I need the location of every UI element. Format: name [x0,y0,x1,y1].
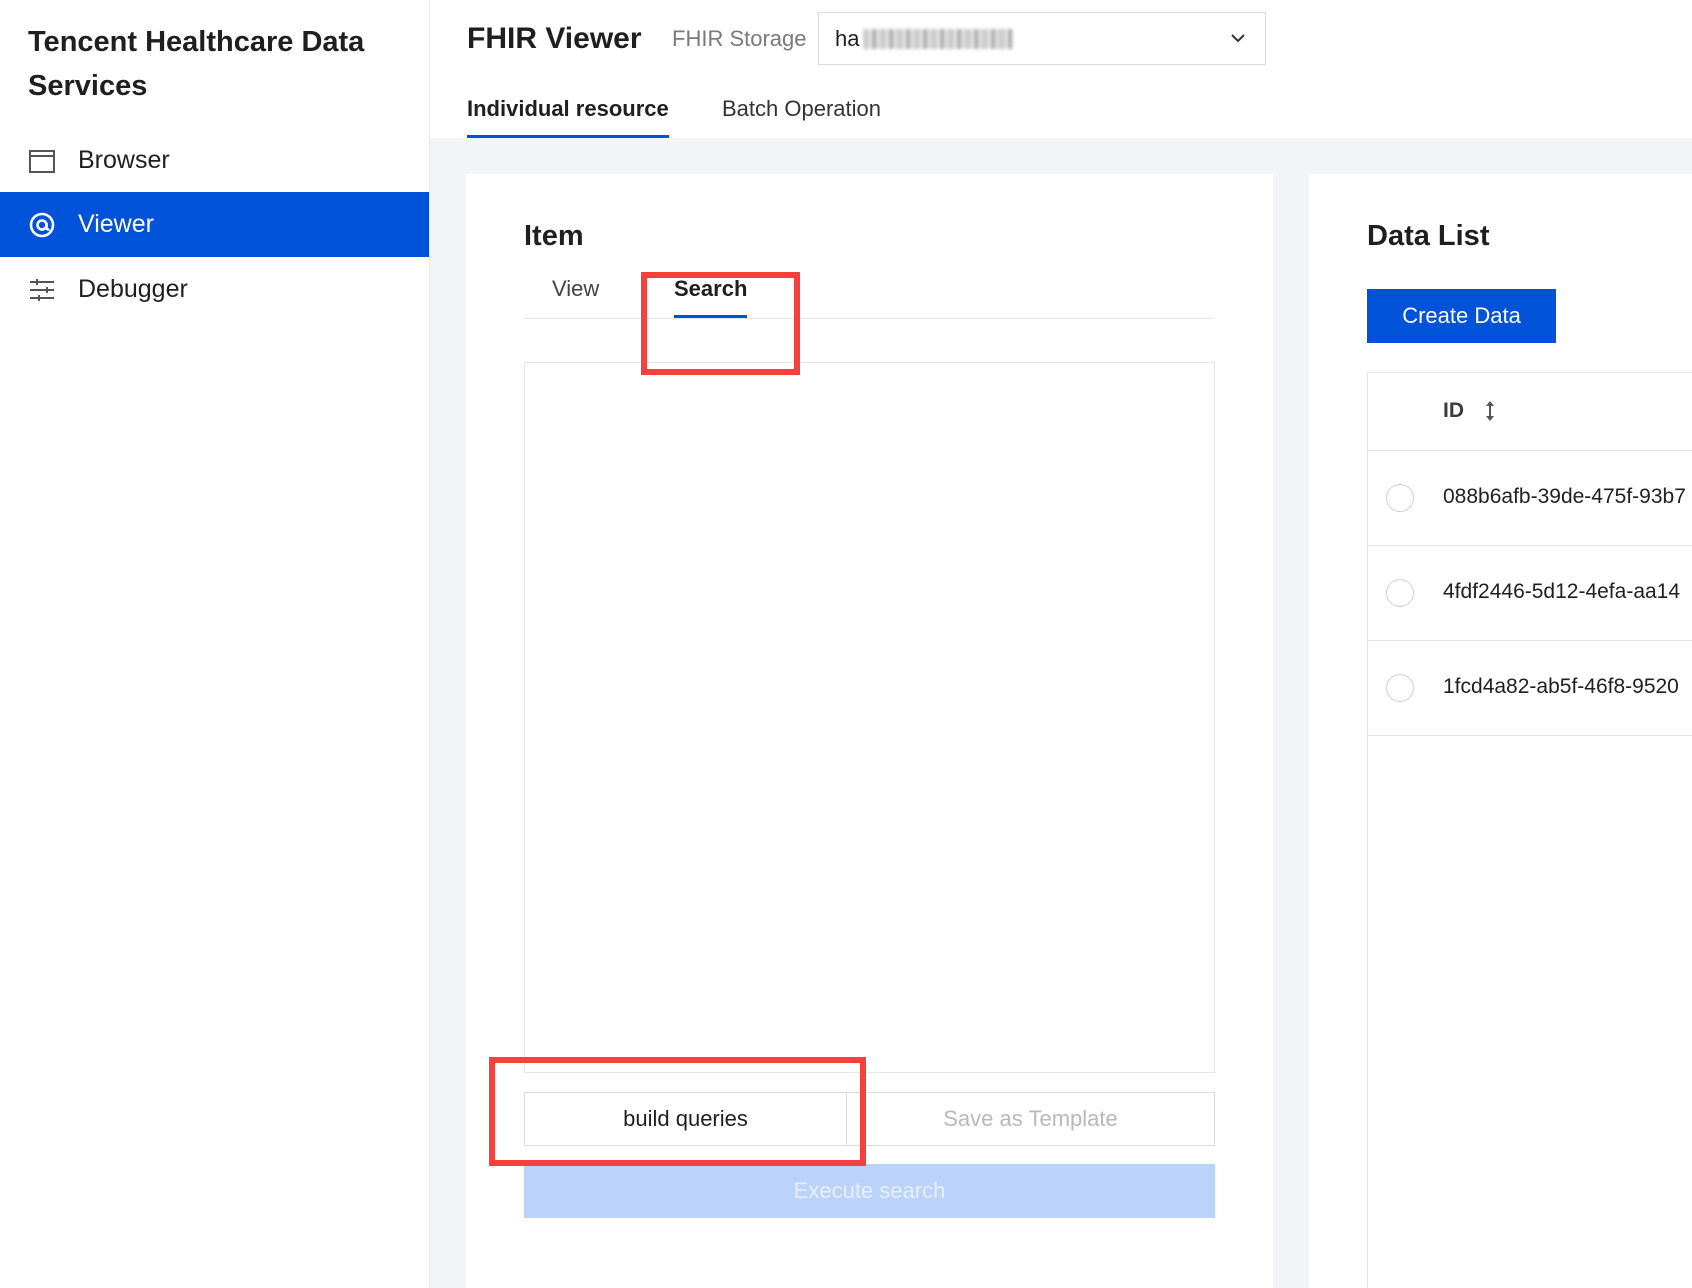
item-title: Item [524,220,584,252]
sidebar-item-debugger[interactable]: Debugger [0,257,429,322]
row-id: 088b6afb-39de-475f-93b7 [1443,485,1686,508]
row-radio[interactable] [1386,579,1414,607]
sliders-icon [28,276,56,304]
execute-search-button[interactable]: Execute search [524,1164,1215,1218]
header: FHIR Viewer FHIR Storage ha Individual r… [430,0,1692,138]
sidebar-item-browser[interactable]: Browser [0,128,429,193]
table-row[interactable]: 088b6afb-39de-475f-93b7 [1368,451,1692,546]
data-list-title: Data List [1367,220,1490,252]
data-table: ID 088b6afb-39de-475f-93b7 4fdf2446-5d12… [1367,372,1692,1288]
at-sign-icon [28,211,56,239]
storage-value: ha [835,25,860,51]
save-as-template-button[interactable]: Save as Template [847,1092,1215,1146]
tab-individual-resource[interactable]: Individual resource [467,96,669,138]
sidebar-item-label: Viewer [78,210,154,238]
row-id: 4fdf2446-5d12-4efa-aa14 [1443,580,1681,603]
page-title: FHIR Viewer [467,22,642,55]
row-radio[interactable] [1386,484,1414,512]
table-row[interactable]: 4fdf2446-5d12-4efa-aa14 [1368,546,1692,641]
table-row[interactable]: 1fcd4a82-ab5f-46f8-9520 [1368,641,1692,736]
brand-title: Tencent Healthcare Data Services [28,26,365,102]
build-queries-button[interactable]: build queries [524,1092,847,1146]
sidebar: Tencent Healthcare Data Services Browser… [0,0,430,1288]
tab-view[interactable]: View [552,276,599,318]
storage-select[interactable]: ha [818,12,1266,65]
tab-batch-operation[interactable]: Batch Operation [722,96,881,138]
create-data-button[interactable]: Create Data [1367,289,1556,343]
row-radio[interactable] [1386,674,1414,702]
redacted-storage-name [863,28,1014,49]
column-header-id[interactable]: ID [1443,399,1464,423]
row-id: 1fcd4a82-ab5f-46f8-9520 [1443,675,1679,698]
data-list-panel: Data List Create Data ID 088b6afb-39de-4… [1309,174,1692,1288]
chevron-down-icon [1231,34,1245,43]
table-header: ID [1368,373,1692,451]
item-panel: Item View Search build queries Save as T… [466,174,1273,1288]
item-tabs: View Search [524,276,1214,319]
storage-label: FHIR Storage [672,26,807,51]
sort-icon[interactable] [1483,399,1497,423]
sidebar-item-viewer[interactable]: Viewer [0,192,429,257]
sidebar-item-label: Browser [78,146,170,174]
browser-window-icon [28,147,56,175]
search-query-editor[interactable] [524,362,1215,1073]
tab-search[interactable]: Search [674,276,748,318]
sidebar-item-label: Debugger [78,275,188,303]
